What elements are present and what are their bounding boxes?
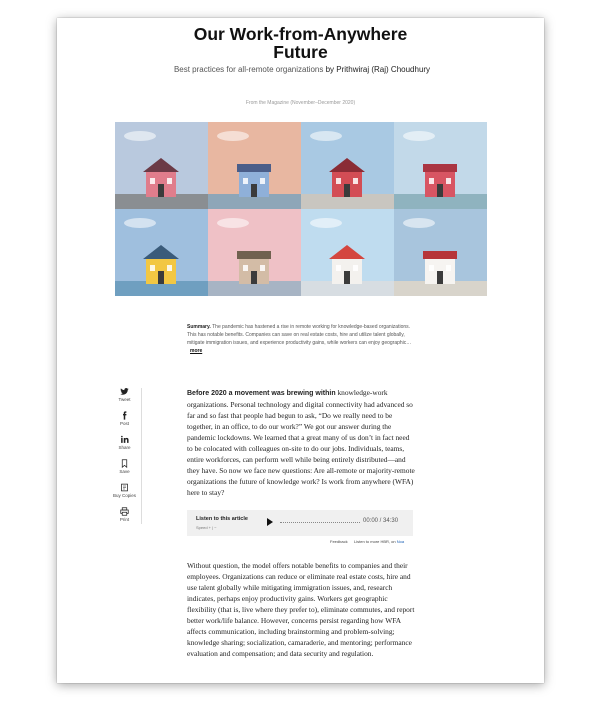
audio-progress-track[interactable] — [280, 522, 360, 524]
tile-red-house — [301, 122, 394, 209]
save-label: Save — [119, 469, 130, 474]
post-label: Post — [119, 421, 129, 426]
paragraph-1-text: knowledge-work organizations. Personal t… — [187, 388, 415, 498]
article-summary: Summary. The pandemic has hastened a ris… — [187, 323, 412, 355]
share-label: Share — [118, 445, 131, 450]
tile-white-red-trim — [394, 209, 487, 296]
title-line-2: Future — [273, 42, 328, 62]
lead-in: Before 2020 a movement was brewing withi… — [187, 390, 336, 397]
tile-victorian-house — [208, 209, 301, 296]
article-subtitle: Best practices for all-remote organizati… — [137, 64, 467, 76]
article-page: Our Work-from-Anywhere Future Best pract… — [57, 18, 544, 683]
document-icon — [121, 483, 128, 492]
audio-player: Listen to this article Speed + | − 00:00… — [187, 510, 413, 536]
listen-more: Listen to more HBR, on Noa — [354, 539, 404, 544]
buy-copies-button[interactable]: Buy Copies — [112, 483, 137, 507]
article-paragraph-2: Without question, the model offers notab… — [187, 561, 415, 659]
facebook-icon — [123, 411, 127, 420]
summary-text: The pandemic has hastened a rise in remo… — [187, 324, 412, 346]
listen-more-text: Listen to more HBR, on — [354, 539, 396, 544]
tile-pink-cottage — [115, 122, 208, 209]
author-byline[interactable]: by Prithwiraj (Raj) Choudhury — [326, 65, 430, 74]
tile-blue-house — [208, 122, 301, 209]
share-button[interactable]: Share — [112, 435, 137, 459]
audio-label: Listen to this article — [196, 516, 248, 522]
title-line-1: Our Work-from-Anywhere — [193, 24, 408, 44]
summary-more-link[interactable]: more — [190, 348, 202, 354]
print-button[interactable]: Print — [112, 507, 137, 531]
save-button[interactable]: Save — [112, 459, 137, 483]
tweet-button[interactable]: Tweet — [112, 387, 137, 411]
tile-striped-hut — [394, 122, 487, 209]
summary-label: Summary. — [187, 324, 211, 330]
article-paragraph-1: Before 2020 a movement was brewing withi… — [187, 387, 415, 498]
buy-copies-label: Buy Copies — [112, 493, 136, 498]
audio-time: 00:00 / 34:30 — [363, 518, 399, 524]
feedback-link[interactable]: Feedback — [330, 539, 348, 544]
bookmark-icon — [121, 459, 128, 468]
share-sidebar: Tweet Post Share Save Buy Copies Print — [112, 387, 137, 531]
post-button[interactable]: Post — [112, 411, 137, 435]
subtitle-text: Best practices for all-remote organizati… — [173, 65, 324, 74]
magazine-source[interactable]: From the Magazine (November–December 202… — [57, 100, 544, 106]
speed-control[interactable]: Speed + | − — [196, 525, 217, 530]
printer-icon — [120, 507, 129, 516]
tile-white-red-roof — [301, 209, 394, 296]
linkedin-icon — [121, 435, 129, 443]
article-title: Our Work-from-Anywhere Future — [57, 25, 544, 61]
tweet-label: Tweet — [118, 397, 131, 402]
hero-image-grid — [115, 122, 487, 296]
noa-link[interactable]: Noa — [397, 539, 404, 544]
play-icon[interactable] — [267, 518, 273, 526]
tile-yellow-house — [115, 209, 208, 296]
twitter-icon — [120, 388, 129, 395]
print-label: Print — [119, 517, 130, 522]
sidebar-divider — [141, 388, 142, 524]
